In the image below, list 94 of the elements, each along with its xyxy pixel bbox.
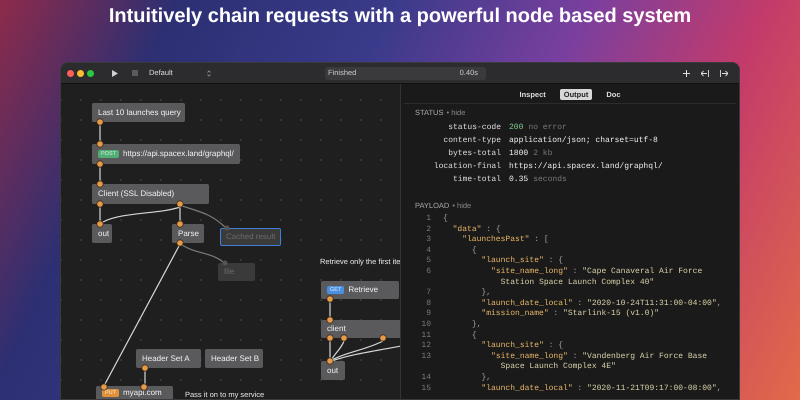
node-label: client [327,323,346,335]
node-label: out [327,364,338,376]
node-label: https://api.spacex.land/graphql/ [122,148,234,160]
line-number: 9 [425,309,431,320]
code-line: "launch_site" : { [480,341,564,352]
status-value: application/json; charset=utf-8 [509,134,658,146]
code-line: "launch_site" : { [480,256,564,267]
connection-wire [99,125,101,141]
status-key: bytes-total [415,148,501,160]
port-handle[interactable] [96,180,104,188]
status-key: location-final [415,160,501,172]
code-line: { [470,246,478,256]
status-key: status-code [415,122,501,134]
node-label: Retrieve [348,284,378,296]
node-label: Header Set B [211,352,260,364]
status-detail: seconds [533,174,567,186]
port-handle[interactable] [96,220,104,228]
line-number: 3 [425,235,431,246]
zoom-button[interactable] [87,70,94,76]
node-block[interactable]: out [321,361,345,380]
connection-wire [329,302,331,317]
line-number: 10 [420,320,431,331]
status-detail: 2 kb [533,148,552,160]
collapse-left-icon[interactable] [701,70,709,76]
code-line: "data" : { [452,224,501,235]
node-block[interactable]: Last 10 launches query [92,103,185,122]
node-block[interactable]: Client (SSL Disabled) [92,184,209,204]
port-handle[interactable] [222,260,228,266]
port-handle[interactable] [96,140,104,148]
code-line: "site_name_long" : "Cape Canaveral Air Force Station Space Launch Complex 40" [490,266,704,288]
port-handle[interactable] [96,118,104,126]
line-number: 11 [420,330,431,342]
status-detail: no error [528,122,567,134]
code-line: { [443,214,449,225]
node-block[interactable]: Header Set B [205,349,263,368]
port-handle[interactable] [326,357,334,365]
expand-right-icon[interactable] [720,70,728,76]
line-number: 4 [425,246,431,256]
port-handle[interactable] [379,334,387,342]
node-block[interactable]: Header Set A [136,349,201,368]
add-icon[interactable] [683,70,690,76]
port-handle[interactable] [96,160,104,168]
code-line: "launch_date_local" : "2020-11-21T09:17:00-08:00", [480,384,722,394]
code-line: "launch_date_local" : "2020-10-24T11:31:00-04:00", [480,298,722,309]
port-handle[interactable] [140,383,148,391]
status-value: 0.35 [509,174,528,186]
node-block[interactable]: Parse [172,224,204,243]
status-key: content-type [415,134,501,146]
connection-wire [99,167,101,181]
line-number: 15 [420,384,431,394]
line-number: 1 [425,214,431,225]
port-handle[interactable] [100,383,108,391]
port-handle[interactable] [326,316,334,324]
code-line: }, [470,320,482,331]
node-label: Parse [178,228,199,240]
line-number: 2 [425,224,431,236]
line-number: 8 [425,298,431,310]
port-handle[interactable] [224,226,230,230]
port-handle[interactable] [176,200,184,208]
node-label: Client (SSL Disabled) [98,188,174,200]
updown-chevron-icon [207,70,211,76]
status-value: 200 [509,122,524,134]
code-line: "mission_name" : "Starlink-15 (v1.0)" [480,309,660,320]
node-label: Header Set A [142,352,190,364]
line-number: 13 [420,352,431,363]
port-handle[interactable] [96,200,104,208]
line-number: 12 [420,341,431,352]
node-label: Last 10 launches query [98,106,181,118]
minimize-button[interactable] [77,70,84,76]
node-label: myapi.com [123,387,162,399]
connection-wire [99,207,101,221]
node-block[interactable]: client [321,320,400,338]
line-number: 7 [425,288,431,299]
line-number: 6 [425,266,431,278]
code-line: "launchesPast" : [ [461,235,549,246]
connection-wire [182,244,224,262]
port-handle[interactable] [326,295,334,303]
port-handle[interactable] [176,239,184,247]
line-number: 5 [425,256,431,267]
headline: Intuitively chain requests with a powerful node based system [108,4,692,29]
close-button[interactable] [67,70,74,76]
play-icon[interactable] [112,70,118,76]
port-handle[interactable] [176,220,184,228]
node-label: out [98,228,110,240]
node-block[interactable]: out [92,224,112,243]
status-value: https://api.spacex.land/graphql/ [509,160,663,172]
port-handle[interactable] [141,364,149,372]
line-number: 14 [420,372,431,384]
status-value: 1800 [509,148,528,160]
code-line: { [470,330,478,342]
code-line: }, [480,288,492,299]
code-line: }, [480,372,492,384]
code-line: "site_name_long" : "Vandenberg Air Force Base Space Launch Complex 4E" [490,352,708,373]
status-key: time-total [415,174,501,186]
